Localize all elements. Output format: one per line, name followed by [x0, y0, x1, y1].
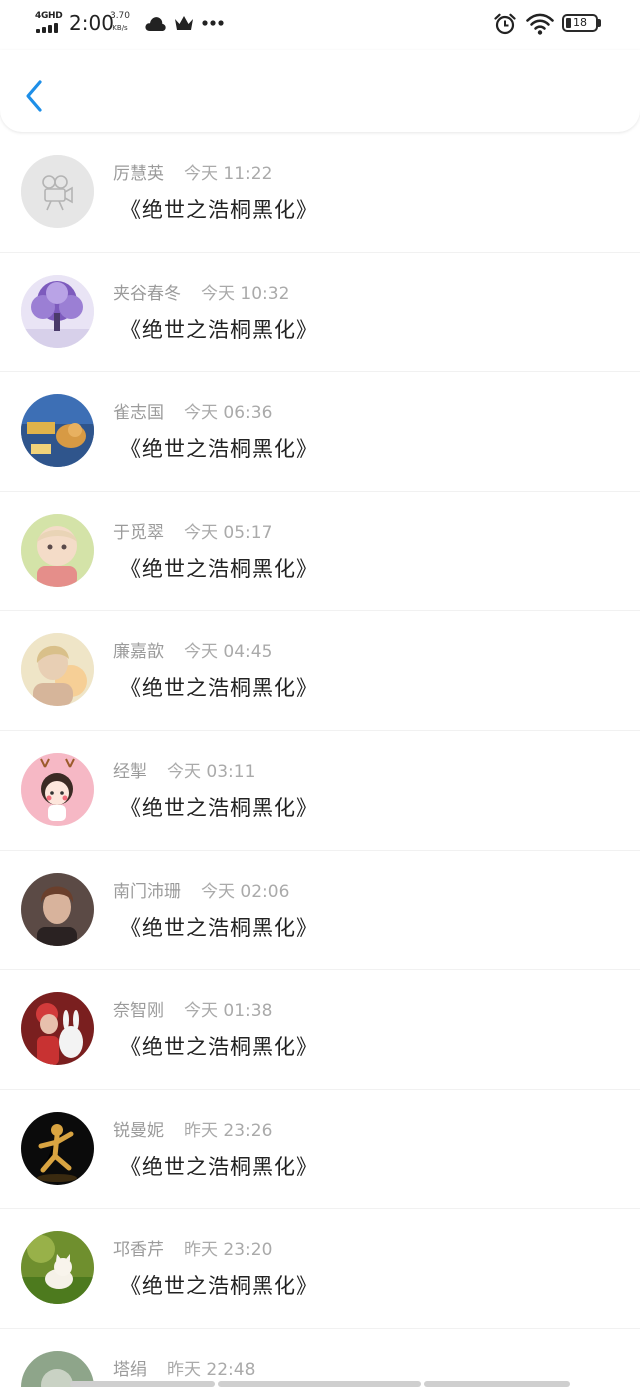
sender-name: 夹谷春冬: [113, 283, 181, 304]
sender-name: 厉慧英: [113, 164, 164, 184]
avatar: [21, 394, 94, 468]
sender-name: 锐曼妮: [113, 1120, 164, 1141]
list-item[interactable]: 锐曼妮 昨天 23:26 《绝世之浩桐黑化》: [0, 1090, 640, 1210]
message-text: 《绝世之浩桐黑化》: [120, 317, 318, 342]
more-icon: [202, 20, 224, 26]
list-item[interactable]: 塔绢 昨天 22:48: [0, 1329, 640, 1387]
chevron-left-icon: [26, 80, 42, 112]
message-time: 昨天 23:20: [184, 1240, 273, 1261]
message-text: 《绝世之浩桐黑化》: [120, 556, 318, 581]
message-time: 今天 05:17: [184, 522, 273, 543]
list-item[interactable]: 廉嘉歆 今天 04:45 《绝世之浩桐黑化》: [0, 611, 640, 731]
message-text: 《绝世之浩桐黑化》: [120, 915, 318, 940]
message-time: 今天 06:36: [184, 403, 273, 424]
list-item[interactable]: 奈智刚 今天 01:38 《绝世之浩桐黑化》: [0, 970, 640, 1090]
message-meta: 经掣 今天 03:11: [113, 760, 255, 784]
message-time: 今天 10:32: [201, 283, 290, 304]
message-text: 《绝世之浩桐黑化》: [120, 1154, 318, 1179]
message-time: 今天 02:06: [201, 881, 290, 902]
message-time: 今天 01:38: [184, 1001, 273, 1022]
network-speed-unit: KB/s: [112, 24, 128, 32]
message-meta: 南门沛珊 今天 02:06: [113, 880, 289, 904]
avatar: [21, 752, 94, 826]
message-time: 今天 03:11: [167, 761, 256, 782]
message-meta: 塔绢 昨天 22:48: [113, 1358, 255, 1382]
message-meta: 廉嘉歆 今天 04:45: [113, 640, 272, 664]
avatar: [21, 872, 94, 946]
sender-name: 南门沛珊: [113, 881, 181, 902]
header: [0, 50, 640, 132]
list-item[interactable]: 经掣 今天 03:11 《绝世之浩桐黑化》: [0, 731, 640, 851]
network-speed-value: 3.70: [109, 11, 131, 21]
signal-icon: 4GHD: [35, 11, 63, 35]
message-meta: 夹谷春冬 今天 10:32: [113, 282, 289, 306]
back-button[interactable]: [18, 76, 52, 116]
list-item[interactable]: 邛香芹 昨天 23:20 《绝世之浩桐黑化》: [0, 1209, 640, 1329]
message-text: 《绝世之浩桐黑化》: [120, 795, 318, 820]
list-item[interactable]: 于觅翠 今天 05:17 《绝世之浩桐黑化》: [0, 492, 640, 612]
message-list: 厉慧英 今天 11:22 《绝世之浩桐黑化》 夹谷春冬 今天 10:32 《绝世之: [0, 133, 640, 1387]
sender-name: 雀志国: [113, 403, 164, 424]
message-time: 昨天 23:26: [184, 1120, 273, 1141]
sender-name: 经掣: [113, 761, 147, 782]
alarm-icon: [494, 13, 516, 35]
message-text: 《绝世之浩桐黑化》: [120, 676, 318, 701]
network-speed: 3.70 KB/s: [108, 11, 132, 33]
sender-name: 塔绢: [113, 1359, 147, 1380]
status-bar: 4GHD 2:00 3.70 KB/s 18: [0, 0, 640, 50]
wifi-icon: [526, 13, 554, 35]
list-item[interactable]: 夹谷春冬 今天 10:32 《绝世之浩桐黑化》: [0, 253, 640, 373]
sender-name: 廉嘉歆: [113, 642, 164, 663]
list-item[interactable]: 南门沛珊 今天 02:06 《绝世之浩桐黑化》: [0, 851, 640, 971]
avatar: [21, 992, 94, 1066]
message-meta: 厉慧英 今天 11:22: [113, 162, 272, 186]
message-meta: 雀志国 今天 06:36: [113, 401, 272, 425]
crown-icon: [175, 16, 193, 30]
message-meta: 邛香芹 昨天 23:20: [113, 1238, 272, 1262]
network-type: 4GHD: [35, 11, 63, 21]
message-meta: 奈智刚 今天 01:38: [113, 999, 272, 1023]
list-item[interactable]: 雀志国 今天 06:36 《绝世之浩桐黑化》: [0, 372, 640, 492]
cloud-icon: [145, 17, 166, 31]
avatar: [21, 274, 94, 348]
sender-name: 于觅翠: [113, 522, 164, 543]
list-item[interactable]: 厉慧英 今天 11:22 《绝世之浩桐黑化》: [0, 133, 640, 253]
screen: 4GHD 2:00 3.70 KB/s 18 厉慧英 今天 11:22 《绝世之…: [0, 0, 640, 1387]
avatar: [21, 155, 94, 228]
message-text: 《绝世之浩桐黑化》: [120, 437, 318, 462]
battery-tip: [598, 19, 601, 27]
message-text: 《绝世之浩桐黑化》: [120, 1274, 318, 1299]
sender-name: 奈智刚: [113, 1001, 164, 1022]
avatar: [21, 633, 94, 707]
avatar: [21, 1111, 94, 1185]
message-text: 《绝世之浩桐黑化》: [120, 198, 318, 222]
avatar: [21, 1231, 94, 1305]
scrollbar[interactable]: [70, 1381, 570, 1387]
sender-name: 邛香芹: [113, 1240, 164, 1261]
message-meta: 于觅翠 今天 05:17: [113, 521, 272, 545]
battery-level: 18: [573, 16, 587, 29]
message-time: 今天 11:22: [184, 164, 273, 184]
message-time: 今天 04:45: [184, 642, 273, 663]
battery-icon: 18: [562, 14, 598, 32]
avatar: [21, 513, 94, 587]
message-meta: 锐曼妮 昨天 23:26: [113, 1119, 272, 1143]
message-text: 《绝世之浩桐黑化》: [120, 1035, 318, 1060]
message-time: 昨天 22:48: [167, 1359, 256, 1380]
